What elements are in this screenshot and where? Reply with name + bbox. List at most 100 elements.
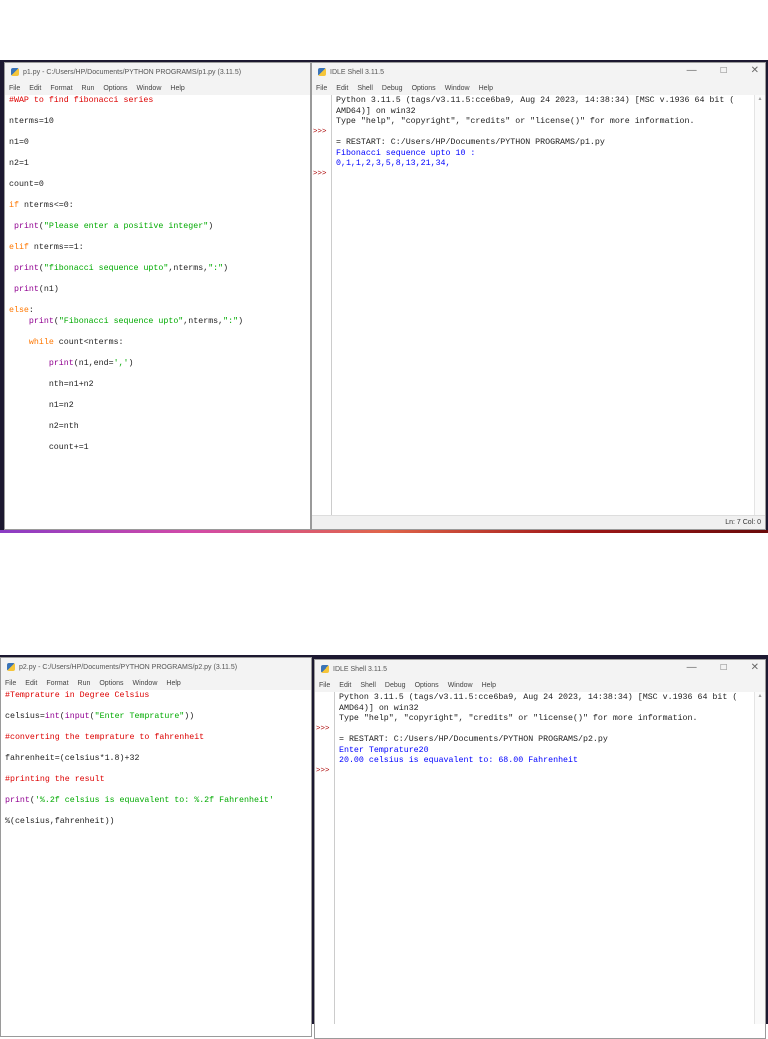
code-line: nth=n1+n2	[9, 380, 243, 391]
menu-item-options[interactable]: Options	[103, 85, 127, 92]
code-editor[interactable]: #Temprature in Degree Celsius celsius=in…	[5, 691, 274, 828]
code-line: #Temprature in Degree Celsius	[5, 691, 274, 702]
code-line: print("Fibonacci sequence upto",nterms,"…	[9, 317, 243, 328]
code-token: print	[13, 222, 39, 231]
code-token: #Temprature in Degree Celsius	[5, 691, 150, 700]
shell-prompt: >>>	[316, 724, 330, 733]
python-icon	[11, 68, 19, 76]
code-line: nterms=10	[9, 117, 243, 128]
code-token: print	[28, 316, 54, 326]
code-token: int	[44, 712, 60, 721]
menu-item-edit[interactable]: Edit	[336, 85, 348, 92]
menu-item-edit[interactable]: Edit	[339, 682, 351, 689]
shell-prompt: >>>	[313, 127, 327, 136]
menu-item-file[interactable]: File	[319, 682, 330, 689]
shell-window: IDLE Shell 3.11.5 — □ ✕ File Edit Shell Debug Op…	[311, 62, 766, 530]
close-button[interactable]: ✕	[751, 662, 759, 673]
menu-item-run[interactable]: Run	[82, 85, 95, 92]
menu-item-window[interactable]: Window	[448, 682, 473, 689]
menu-item-shell[interactable]: Shell	[360, 682, 376, 689]
minimize-button[interactable]: —	[687, 662, 697, 673]
menu-item-file[interactable]: File	[5, 680, 16, 687]
menu-item-run[interactable]: Run	[78, 680, 91, 687]
title-bar[interactable]: IDLE Shell 3.11.5 — □ ✕	[312, 63, 765, 81]
code-line: 0,1,1,2,3,5,8,13,21,34,	[336, 159, 734, 170]
window-title: p1.py - C:/Users/HP/Documents/PYTHON PRO…	[23, 68, 242, 76]
minimize-button[interactable]: —	[687, 65, 697, 76]
vertical-scrollbar[interactable]: ▴	[754, 692, 765, 1024]
menu-item-debug[interactable]: Debug	[385, 682, 406, 689]
code-line: AMD64)] on win32	[336, 107, 734, 118]
code-line: #WAP to find fibonacci series	[9, 96, 243, 107]
menu-item-window[interactable]: Window	[136, 85, 161, 92]
close-button[interactable]: ✕	[751, 65, 759, 76]
menu-item-debug[interactable]: Debug	[382, 85, 403, 92]
window-title: IDLE Shell 3.11.5	[330, 68, 384, 76]
menu-item-help[interactable]: Help	[166, 680, 180, 687]
title-bar[interactable]: p2.py - C:/Users/HP/Documents/PYTHON PRO…	[1, 658, 311, 676]
code-token: nterms<=0:	[18, 201, 74, 210]
menu-item-edit[interactable]: Edit	[29, 85, 41, 92]
code-token: AMD64)] on win32	[339, 703, 419, 713]
menu-item-help[interactable]: Help	[170, 85, 184, 92]
code-line: print("fibonacci sequence upto",nterms,"…	[9, 264, 243, 275]
code-token: = RESTART: C:/Users/HP/Documents/PYTHON …	[339, 735, 608, 744]
menu-item-shell[interactable]: Shell	[357, 85, 373, 92]
menu-item-help[interactable]: Help	[482, 682, 496, 689]
menu-item-window[interactable]: Window	[132, 680, 157, 687]
code-editor[interactable]: #WAP to find fibonacci series nterms=10 …	[9, 96, 243, 453]
menu-item-help[interactable]: Help	[479, 85, 493, 92]
menu-item-format[interactable]: Format	[50, 85, 72, 92]
maximize-button[interactable]: □	[721, 65, 727, 76]
code-token: nth=n1+n2	[9, 379, 94, 389]
code-token: nterms==1:	[28, 243, 84, 252]
code-line: = RESTART: C:/Users/HP/Documents/PYTHON …	[339, 735, 737, 746]
python-icon	[7, 663, 15, 671]
code-token: :	[28, 306, 34, 315]
code-line: if nterms<=0:	[9, 201, 243, 212]
code-token: else	[9, 306, 29, 315]
menu-item-format[interactable]: Format	[46, 680, 68, 687]
editor-window: p2.py - C:/Users/HP/Documents/PYTHON PRO…	[0, 657, 312, 1037]
vertical-scrollbar[interactable]: ▴	[754, 95, 765, 515]
menu-item-options[interactable]: Options	[412, 85, 436, 92]
code-token: if	[9, 201, 19, 210]
code-line: else:	[9, 306, 243, 317]
code-token: 0,1,1,2,3,5,8,13,21,34,	[336, 159, 451, 168]
code-line: print("Please enter a positive integer")	[9, 222, 243, 233]
code-token: 20.00 celsius is equavalent to: 68.00 Fa…	[339, 756, 578, 765]
code-line: #converting the temprature to fahrenheit	[5, 733, 274, 744]
code-token: "fibonacci sequence upto"	[43, 264, 169, 273]
shell-output[interactable]: Python 3.11.5 (tags/v3.11.5:cce6ba9, Aug…	[339, 693, 737, 767]
code-token: )	[208, 222, 214, 231]
menu-item-window[interactable]: Window	[445, 85, 470, 92]
code-token: fahrenheit=(celsius*1.8)+32	[5, 754, 140, 763]
title-bar[interactable]: p1.py - C:/Users/HP/Documents/PYTHON PRO…	[5, 63, 310, 81]
code-token: "Enter Temprature"	[94, 712, 185, 721]
menu-item-file[interactable]: File	[316, 85, 327, 92]
code-token: #printing the result	[5, 775, 105, 784]
maximize-button[interactable]: □	[721, 662, 727, 673]
code-token: Python 3.11.5 (tags/v3.11.5:cce6ba9, Aug…	[336, 96, 735, 105]
code-token: = RESTART: C:/Users/HP/Documents/PYTHON …	[336, 138, 605, 147]
menu-item-file[interactable]: File	[9, 85, 20, 92]
menu-item-options[interactable]: Options	[99, 680, 123, 687]
menu-item-edit[interactable]: Edit	[25, 680, 37, 687]
desktop-glow	[0, 530, 768, 533]
title-bar[interactable]: IDLE Shell 3.11.5 — □ ✕	[315, 660, 765, 678]
menu-item-options[interactable]: Options	[415, 682, 439, 689]
shell-output[interactable]: Python 3.11.5 (tags/v3.11.5:cce6ba9, Aug…	[336, 96, 734, 170]
code-token: )	[128, 358, 134, 368]
code-line: = RESTART: C:/Users/HP/Documents/PYTHON …	[336, 138, 734, 149]
code-token: AMD64)] on win32	[336, 106, 416, 116]
